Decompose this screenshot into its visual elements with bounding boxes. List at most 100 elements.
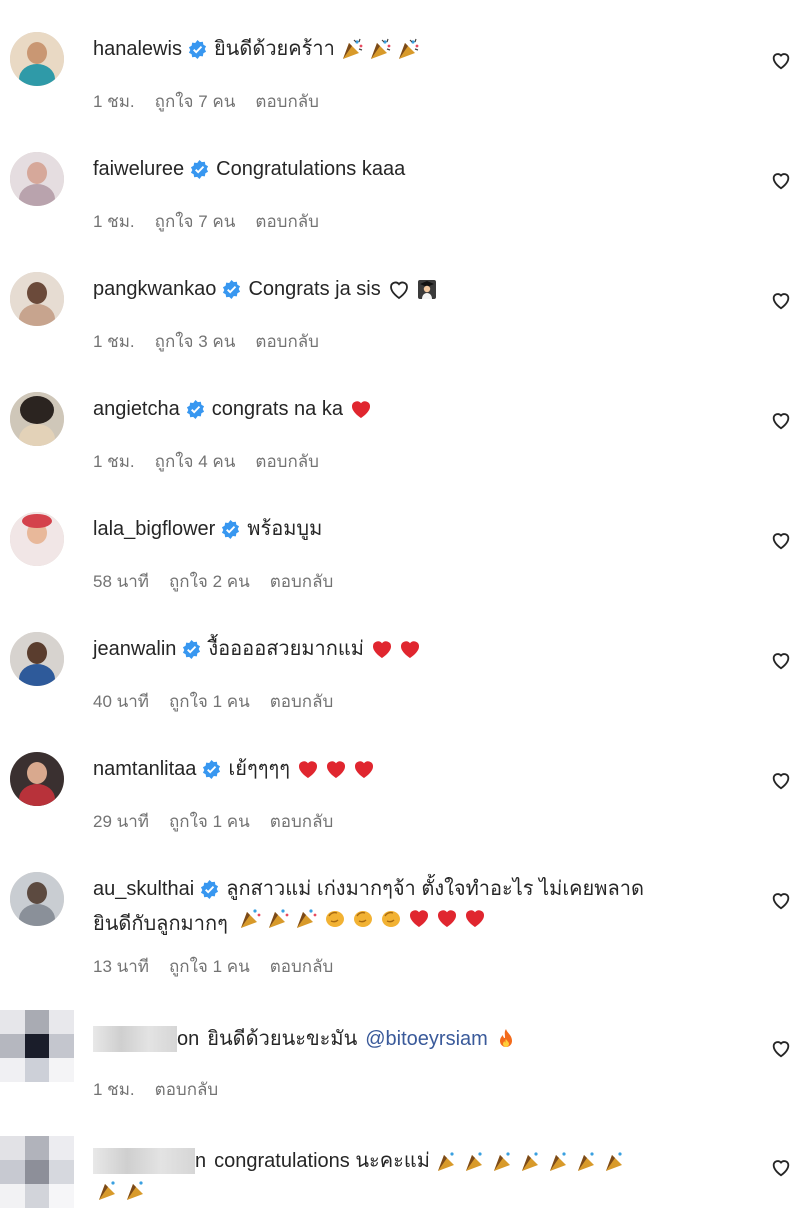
reply-button[interactable]: ตอบกลับ	[270, 568, 334, 595]
heart-outline-icon[interactable]	[770, 1156, 792, 1178]
reply-button[interactable]: ตอบกลับ	[255, 88, 319, 115]
party-popper-icon	[465, 1152, 482, 1171]
like-count[interactable]: ถูกใจ 1 คน	[169, 808, 250, 835]
like-count[interactable]: ถูกใจ 4 คน	[155, 448, 236, 475]
clap-icon	[382, 911, 401, 927]
emoji-group	[436, 1149, 628, 1173]
comment-text: ลูกสาวแม่ เก่งมากๆจ้า ตั้งใจทำอะไร ไม่เค…	[226, 878, 644, 900]
party-popper-icon	[521, 1152, 538, 1171]
comment-text: เย้ๆๆๆๆ	[228, 758, 290, 780]
avatar-blurred[interactable]	[0, 1136, 74, 1208]
white-heart-icon	[389, 281, 408, 300]
verified-badge-icon	[203, 759, 221, 779]
emoji-group	[370, 637, 422, 661]
verified-badge-icon	[222, 519, 240, 539]
username[interactable]: faiweluree	[93, 152, 184, 186]
comment-time: 1 ชม.	[93, 212, 135, 231]
verified-badge-icon	[183, 639, 201, 659]
comment-time: 58 นาที	[93, 572, 150, 591]
avatar[interactable]	[10, 872, 64, 926]
comment-meta: 58 นาที ถูกใจ 2 คน ตอบกลับ	[93, 568, 730, 595]
username[interactable]: namtanlitaa	[93, 752, 196, 786]
reply-button[interactable]: ตอบกลับ	[270, 688, 334, 715]
heart-outline-icon[interactable]	[770, 649, 792, 671]
heart-outline-icon[interactable]	[770, 769, 792, 791]
comment-text: พร้อมบูม	[247, 518, 323, 540]
party-popper-icon	[549, 1152, 566, 1171]
comment-text: Congrats ja sis	[248, 278, 381, 300]
emoji-group	[296, 757, 376, 781]
reply-button[interactable]: ตอบกลับ	[270, 953, 334, 980]
reply-button[interactable]: ตอบกลับ	[255, 328, 319, 355]
comment-text: ยินดีด้วยนะขะมัน	[207, 1028, 358, 1050]
username-suffix[interactable]: on	[177, 1022, 199, 1056]
comment-time: 1 ชม.	[93, 452, 135, 471]
red-heart-icon	[372, 641, 391, 658]
comment-text-continued: ยินดีกับลูกมากๆ	[93, 913, 228, 935]
comment-time: 1 ชม.	[93, 332, 135, 351]
avatar[interactable]	[10, 272, 64, 326]
avatar[interactable]	[10, 512, 64, 566]
heart-outline-icon[interactable]	[770, 889, 792, 911]
comment-text: ยินดีด้วยคร้าา	[213, 38, 335, 60]
comment-time: 29 นาที	[93, 812, 150, 831]
heart-outline-icon[interactable]	[770, 1037, 792, 1059]
heart-outline-icon[interactable]	[770, 409, 792, 431]
reply-button[interactable]: ตอบกลับ	[270, 808, 334, 835]
username[interactable]: au_skulthai	[93, 872, 194, 906]
comment-meta: 29 นาที ถูกใจ 1 คน ตอบกลับ	[93, 808, 730, 835]
comment-meta: 1 ชม. ถูกใจ 7 คน ตอบกลับ	[93, 88, 730, 115]
avatar[interactable]	[10, 632, 64, 686]
avatar[interactable]	[10, 392, 64, 446]
mention-link[interactable]: @bitoeyrsiam	[365, 1022, 488, 1056]
username[interactable]: jeanwalin	[93, 632, 176, 666]
avatar[interactable]	[10, 152, 64, 206]
like-count[interactable]: ถูกใจ 2 คน	[169, 568, 250, 595]
comment-meta: 1 ชม. ถูกใจ 4 คน ตอบกลับ	[93, 448, 730, 475]
avatar[interactable]	[10, 752, 64, 806]
username[interactable]: lala_bigflower	[93, 512, 215, 546]
username[interactable]: pangkwankao	[93, 272, 216, 306]
heart-outline-icon[interactable]	[770, 289, 792, 311]
party-popper-icon	[99, 1181, 115, 1200]
graduate-icon	[417, 280, 436, 299]
reply-button[interactable]: ตอบกลับ	[255, 448, 319, 475]
emoji-group	[341, 37, 421, 61]
heart-outline-icon[interactable]	[770, 529, 792, 551]
emoji-group	[494, 1027, 518, 1051]
verified-badge-icon	[186, 399, 204, 419]
reply-button[interactable]: ตอบกลับ	[155, 1076, 219, 1103]
like-count[interactable]: ถูกใจ 7 คน	[155, 208, 236, 235]
like-count[interactable]: ถูกใจ 1 คน	[169, 953, 250, 980]
username[interactable]: angietcha	[93, 392, 180, 426]
clap-icon	[354, 911, 373, 927]
party-popper-icon	[297, 909, 317, 928]
username-suffix[interactable]: n	[195, 1144, 206, 1178]
like-count[interactable]: ถูกใจ 1 คน	[169, 688, 250, 715]
party-popper-icon	[437, 1152, 454, 1171]
avatar-blurred[interactable]	[0, 1010, 74, 1082]
username-blurred[interactable]	[93, 1148, 195, 1174]
username[interactable]: hanalewis	[93, 32, 182, 66]
reply-button[interactable]: ตอบกลับ	[255, 208, 319, 235]
red-heart-icon	[438, 910, 457, 927]
like-count[interactable]: ถูกใจ 3 คน	[155, 328, 236, 355]
comment-time: 40 นาที	[93, 692, 150, 711]
like-count[interactable]: ถูกใจ 7 คน	[155, 88, 236, 115]
verified-badge-icon	[191, 159, 209, 179]
heart-outline-icon[interactable]	[770, 49, 792, 71]
red-heart-icon	[466, 910, 485, 927]
username-blurred[interactable]	[93, 1026, 177, 1052]
party-popper-icon	[241, 909, 261, 928]
emoji-group	[349, 397, 373, 421]
avatar[interactable]	[10, 32, 64, 86]
party-popper-icon	[370, 38, 391, 59]
clap-icon	[326, 911, 345, 927]
heart-outline-icon[interactable]	[770, 169, 792, 191]
party-popper-icon	[127, 1181, 143, 1200]
red-heart-icon	[400, 641, 419, 658]
comment-text: congrats na ka	[211, 398, 343, 420]
comment-meta: 1 ชม. ถูกใจ 3 คน ตอบกลับ	[93, 328, 730, 355]
verified-badge-icon	[201, 879, 219, 899]
comment-time: 1 ชม.	[93, 92, 135, 111]
